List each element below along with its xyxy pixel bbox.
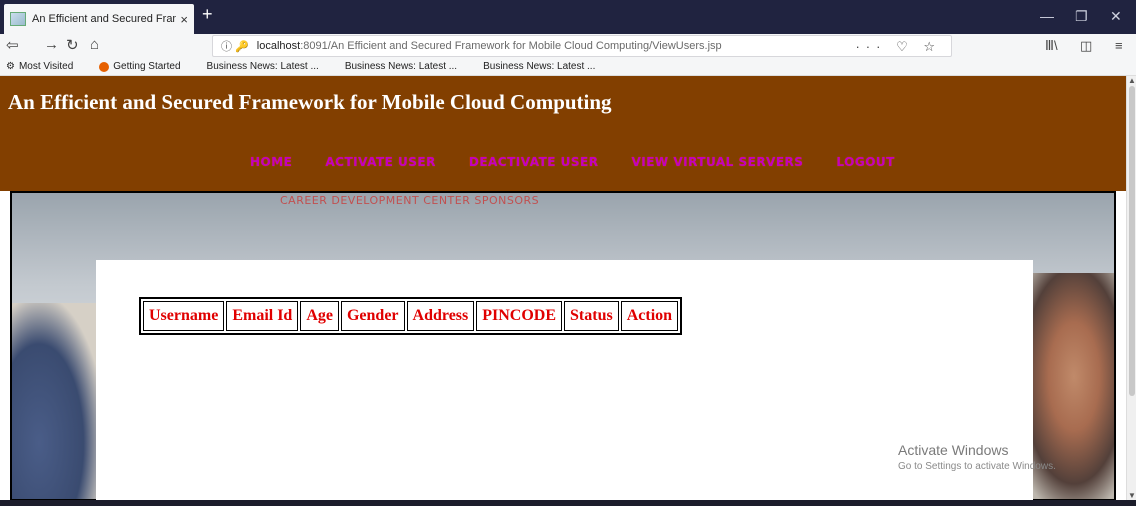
address-bar[interactable]: ⓘ 🔑 localhost :8091/An Efficient and Sec… [212, 35, 952, 57]
bookmark-most-visited[interactable]: ⚙ Most Visited [6, 61, 73, 72]
page-viewport: An Efficient and Secured Framework for M… [0, 76, 1126, 500]
new-tab-icon[interactable]: + [202, 4, 213, 25]
column-action: Action [620, 301, 679, 331]
column-age: Age [300, 301, 339, 331]
windows-activation-watermark: Activate Windows [898, 442, 1009, 458]
forward-icon[interactable]: → [44, 36, 59, 53]
bookmark-getting-started[interactable]: Getting Started [99, 61, 181, 72]
os-taskbar [0, 500, 1136, 506]
main-menu: HOME ACTIVATE USER DEACTIVATE USER VIEW … [250, 155, 928, 169]
bookmark-business-news-3[interactable]: Business News: Latest ... [483, 61, 595, 72]
scroll-thumb[interactable] [1129, 86, 1135, 396]
back-icon[interactable]: ⇦ [6, 36, 19, 54]
restore-icon[interactable]: ❐ [1075, 8, 1088, 25]
url-host: localhost [256, 40, 301, 52]
vertical-scrollbar[interactable]: ▲ ▼ [1126, 76, 1136, 500]
background-sign-text: CAREER DEVELOPMENT CENTER SPONSORS [280, 194, 540, 207]
column-email-id: Email Id [226, 301, 299, 331]
firefox-icon [99, 61, 110, 72]
bookmark-label: Getting Started [113, 61, 181, 72]
site-info-icon[interactable]: ⓘ 🔑 [221, 38, 249, 54]
scroll-down-icon[interactable]: ▼ [1128, 491, 1136, 500]
menu-home[interactable]: HOME [250, 155, 292, 169]
browser-tab[interactable]: An Efficient and Secured Frame × [4, 4, 194, 34]
table-header-row: Username Email Id Age Gender Address PIN… [143, 301, 679, 331]
gear-icon: ⚙ [6, 61, 15, 72]
home-icon[interactable]: ⌂ [90, 36, 99, 53]
content-panel: Username Email Id Age Gender Address PIN… [96, 260, 1033, 500]
menu-icon[interactable]: ≡ [1115, 38, 1123, 53]
bookmark-business-news-1[interactable]: Business News: Latest ... [207, 61, 319, 72]
column-username: Username [143, 301, 225, 331]
url-path: :8091/An Efficient and Secured Framework… [300, 40, 722, 52]
menu-activate-user[interactable]: ACTIVATE USER [325, 155, 435, 169]
bookmark-label: Most Visited [18, 61, 74, 72]
bookmark-label: Business News: Latest ... [483, 61, 596, 72]
browser-tab-bar: An Efficient and Secured Frame × + — ❐ ✕ [0, 0, 1136, 34]
scroll-up-icon[interactable]: ▲ [1128, 76, 1136, 85]
windows-activation-subtext: Go to Settings to activate Windows. [898, 461, 1056, 472]
sidebar-icon[interactable]: ◫ [1080, 38, 1092, 54]
site-header: An Efficient and Secured Framework for M… [0, 76, 1126, 191]
page-actions[interactable]: ··· ♡ ☆ [855, 39, 941, 55]
menu-logout[interactable]: LOGOUT [836, 155, 894, 169]
minimize-icon[interactable]: — [1040, 8, 1054, 24]
library-icon[interactable]: Ⅲ\ [1045, 38, 1058, 54]
bookmark-label: Business News: Latest ... [344, 61, 458, 72]
column-address: Address [406, 301, 475, 331]
site-title: An Efficient and Secured Framework for M… [8, 90, 612, 114]
background-person-left [12, 303, 102, 499]
menu-view-virtual-servers[interactable]: VIEW VIRTUAL SERVERS [631, 155, 803, 169]
reload-icon[interactable]: ↻ [66, 36, 79, 54]
menu-deactivate-user[interactable]: DEACTIVATE USER [469, 155, 599, 169]
users-table: Username Email Id Age Gender Address PIN… [139, 297, 683, 335]
close-tab-icon[interactable]: × [180, 12, 188, 27]
tab-title: An Efficient and Secured Frame [32, 13, 177, 25]
column-gender: Gender [340, 301, 405, 331]
bookmark-label: Business News: Latest ... [206, 61, 319, 72]
column-pincode: PINCODE [476, 301, 563, 331]
column-status: Status [564, 301, 619, 331]
close-window-icon[interactable]: ✕ [1110, 8, 1122, 25]
bookmarks-toolbar: ⚙ Most Visited Getting Started Business … [0, 58, 1136, 76]
page-favicon-icon [10, 12, 26, 26]
navigation-toolbar: ⇦ → ↻ ⌂ ⓘ 🔑 localhost :8091/An Efficient… [0, 34, 1136, 58]
bookmark-business-news-2[interactable]: Business News: Latest ... [345, 61, 457, 72]
